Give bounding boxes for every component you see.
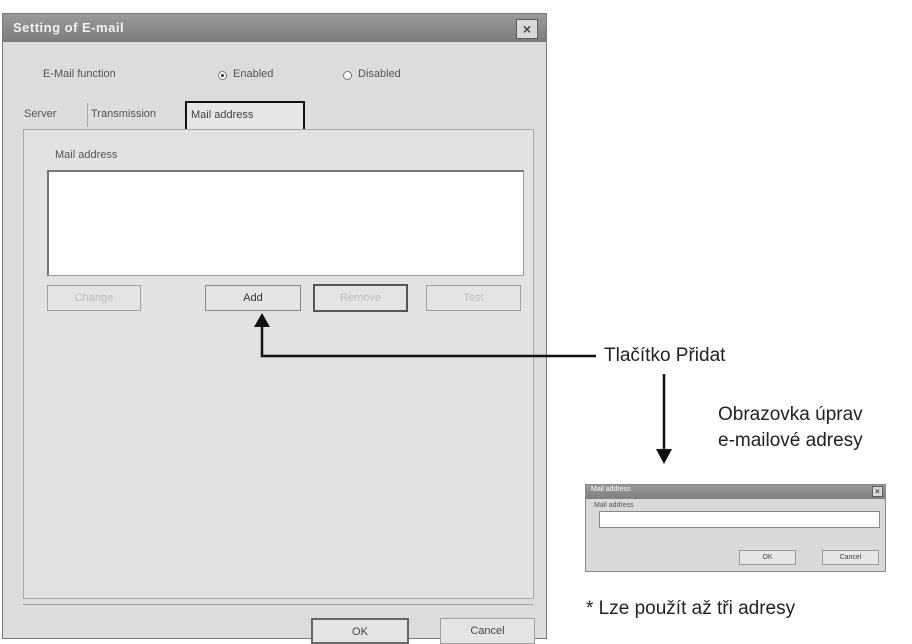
mini-close-icon[interactable]: × [872, 486, 883, 497]
add-button-callout-arrow [254, 313, 596, 358]
edit-screen-down-arrow [656, 374, 672, 464]
mini-mail-address-label: Mail address [594, 502, 634, 509]
mini-dialog-title-bar[interactable]: Mail address × [586, 485, 885, 499]
mail-address-dialog: Mail address × Mail address OK Cancel [585, 484, 886, 572]
edit-screen-caption-line1: Obrazovka úprav [718, 404, 863, 425]
mail-address-input[interactable] [599, 511, 880, 528]
edit-screen-caption-line2: e-mailové adresy [718, 430, 863, 451]
footnote: * Lze použít až tři adresy [586, 598, 796, 619]
mini-ok-button[interactable]: OK [739, 550, 796, 565]
mini-dialog-title: Mail address [591, 486, 631, 493]
add-button-callout-label: Tlačítko Přidat [604, 345, 726, 366]
mini-cancel-button[interactable]: Cancel [822, 550, 879, 565]
